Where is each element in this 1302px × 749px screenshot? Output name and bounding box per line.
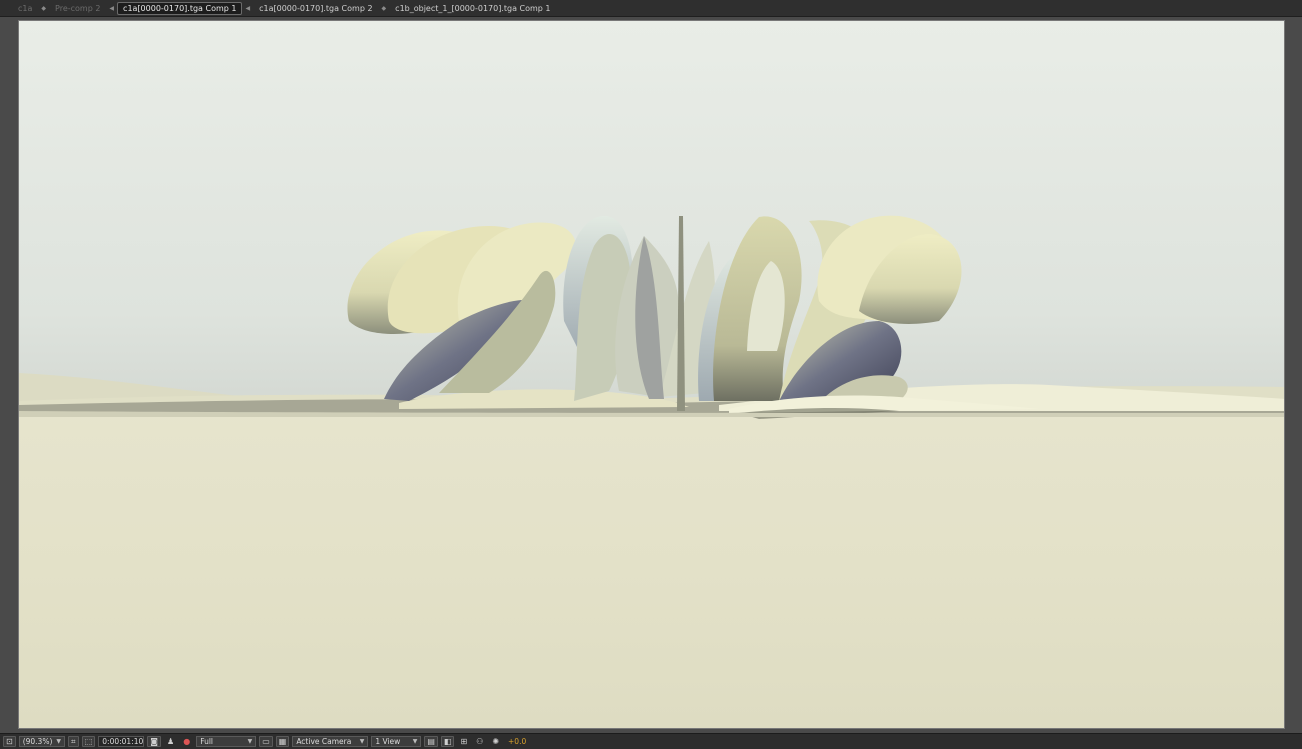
views-value: 1 View	[375, 737, 401, 746]
chevron-down-icon: ▼	[359, 738, 365, 745]
safe-zones-icon[interactable]: ⌗	[67, 736, 79, 747]
show-snapshot-icon[interactable]: ♟	[164, 736, 177, 747]
active-camera-dropdown[interactable]: Active Camera ▼	[292, 736, 369, 747]
after-effects-composition-viewer: c1a ◆ Pre-comp 2 ◀ c1a[0000-0170].tga Co…	[0, 0, 1302, 749]
magnification-value: (90.3%)	[22, 737, 53, 746]
composition-canvas[interactable]	[18, 20, 1285, 729]
comp-flowchart-icon[interactable]: ⚇	[473, 736, 486, 747]
chevron-down-icon: ▼	[56, 738, 62, 745]
viewer-panel	[0, 17, 1302, 733]
breadcrumb-separator-icon: ◀	[245, 4, 251, 12]
breadcrumb-comp-1-active[interactable]: c1a[0000-0170].tga Comp 1	[117, 1, 243, 15]
breadcrumb-separator-icon: ◀	[109, 4, 115, 12]
reset-exposure-icon[interactable]: ✺	[489, 736, 502, 747]
comp-breadcrumb-bar: c1a ◆ Pre-comp 2 ◀ c1a[0000-0170].tga Co…	[0, 0, 1302, 17]
rendered-scene	[19, 21, 1284, 728]
camera-value: Active Camera	[296, 737, 352, 746]
fast-previews-icon[interactable]: ◧	[440, 736, 455, 747]
resolution-dropdown[interactable]: Full ▼	[196, 736, 257, 747]
current-time-field[interactable]: 0:00:01:10	[98, 736, 145, 747]
breadcrumb-separator-icon: ◆	[41, 4, 47, 12]
breadcrumb-separator-icon: ◆	[381, 4, 387, 12]
transparency-grid-icon[interactable]: ▦	[275, 736, 290, 747]
view-layout-dropdown[interactable]: 1 View ▼	[371, 736, 422, 747]
camera-snapshot-icon[interactable]: ◙	[147, 736, 162, 747]
breadcrumb-pre-comp-2[interactable]: Pre-comp 2	[49, 2, 106, 15]
resolution-value: Full	[200, 737, 214, 746]
timeline-icon[interactable]: ⊞	[457, 736, 470, 747]
breadcrumb-c1b-object-comp-1[interactable]: c1b_object_1_[0000-0170].tga Comp 1	[389, 2, 556, 15]
viewer-toolbar: ⊡ (90.3%) ▼ ⌗ ⬚ 0:00:01:10 ◙ ♟ ● Full ▼ …	[0, 733, 1302, 749]
viewer-options-icon[interactable]: ⊡	[3, 736, 16, 747]
exposure-value[interactable]: +0.0	[505, 737, 529, 746]
magnification-dropdown[interactable]: (90.3%) ▼	[18, 736, 65, 747]
breadcrumb-comp-2[interactable]: c1a[0000-0170].tga Comp 2	[253, 2, 378, 15]
color-channel-icon[interactable]: ●	[180, 736, 193, 747]
region-toggle-icon[interactable]: ▭	[259, 736, 273, 747]
chevron-down-icon: ▼	[247, 738, 253, 745]
chevron-down-icon: ▼	[412, 738, 418, 745]
region-of-interest-icon[interactable]: ⬚	[81, 736, 96, 747]
toggle-pixel-aspect-icon[interactable]: ▤	[424, 736, 438, 747]
breadcrumb-c1a[interactable]: c1a	[12, 2, 38, 15]
